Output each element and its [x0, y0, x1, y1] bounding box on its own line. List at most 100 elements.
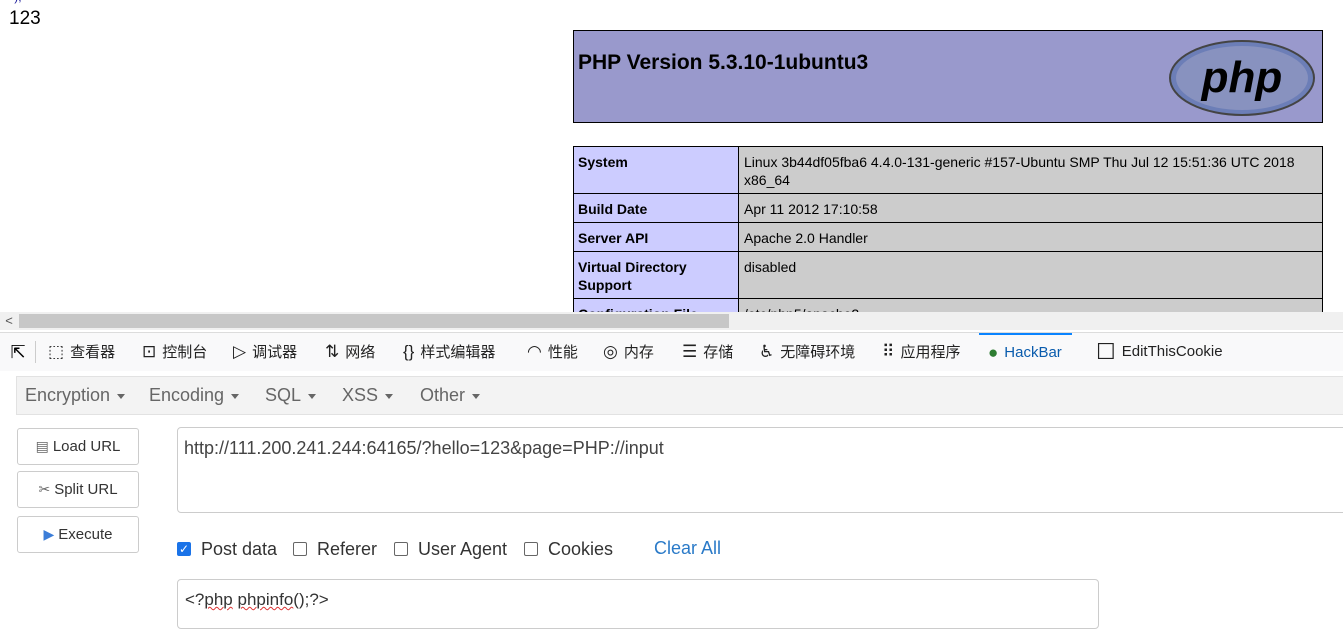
scroll-left-arrow[interactable]: < — [2, 312, 16, 330]
checkbox-checked-icon: ✓ — [177, 542, 191, 556]
console-icon: ⊡ — [142, 341, 157, 361]
post-data-checkbox[interactable]: ✓ Post data — [177, 539, 277, 559]
menu-label: SQL — [265, 385, 302, 405]
tab-memory[interactable]: ◎ 内存 — [603, 333, 654, 370]
clear-all-link[interactable]: Clear All — [654, 538, 721, 559]
post-data-suffix: ();?> — [293, 590, 329, 609]
inspector-icon: ⬚ — [48, 341, 65, 361]
style-editor-icon: {} — [403, 341, 415, 361]
tab-accessibility[interactable]: ♿ 无障碍环境 — [759, 333, 855, 370]
post-data-textarea[interactable]: <?php phpinfo();?> — [177, 579, 1099, 629]
php-logo-text: php — [1201, 53, 1283, 102]
tab-performance[interactable]: ◠ 性能 — [527, 333, 578, 370]
button-label: Split URL — [54, 481, 118, 498]
tab-debugger[interactable]: ▷ 调试器 — [233, 333, 297, 370]
tab-label: 无障碍环境 — [780, 344, 856, 361]
tab-label: 控制台 — [162, 344, 208, 361]
tab-storage[interactable]: ☰ 存储 — [682, 333, 733, 370]
menu-label: Encoding — [149, 385, 225, 405]
info-value: disabled — [738, 251, 1323, 299]
info-value: Apache 2.0 Handler — [738, 222, 1323, 252]
tab-label: 存储 — [703, 344, 734, 361]
checkbox-icon — [524, 542, 538, 556]
play-icon: ▶ — [43, 526, 55, 542]
info-label: Build Date — [573, 193, 739, 223]
user-agent-checkbox[interactable]: User Agent — [394, 539, 507, 559]
tab-label: 网络 — [345, 344, 376, 361]
execute-button[interactable]: ▶ Execute — [17, 516, 139, 553]
button-label: Load URL — [52, 438, 121, 455]
phpinfo-table: System Linux 3b44df05fba6 4.4.0-131-gene… — [573, 146, 1323, 312]
menu-sql[interactable]: SQL — [265, 377, 317, 414]
tab-label: 样式编辑器 — [420, 344, 496, 361]
memory-icon: ◎ — [603, 341, 618, 361]
post-data-word2: phpinfo — [237, 590, 294, 609]
performance-icon: ◠ — [527, 341, 542, 361]
partial-output-text: "); — [10, 0, 22, 4]
hackbar-menubar: Encryption Encoding SQL XSS Other — [16, 376, 1343, 415]
scrollbar-thumb[interactable] — [19, 314, 729, 328]
horizontal-scrollbar[interactable]: < — [0, 312, 1343, 330]
accessibility-icon: ♿ — [759, 341, 775, 361]
checkbox-label: Post data — [201, 538, 278, 559]
tab-hackbar[interactable]: ● HackBar — [979, 333, 1072, 370]
table-row: System Linux 3b44df05fba6 4.4.0-131-gene… — [573, 146, 1323, 194]
split-url-button[interactable]: ✂ Split URL — [17, 471, 139, 508]
tab-application[interactable]: ⠿ 应用程序 — [882, 333, 960, 370]
toolbar-divider — [35, 341, 36, 363]
menu-label: Encryption — [25, 385, 111, 405]
tab-network[interactable]: ⇅ 网络 — [325, 333, 375, 370]
hackbar-panel: Encryption Encoding SQL XSS Other ▤ Load… — [0, 371, 1343, 629]
network-icon: ⇅ — [325, 341, 340, 361]
tab-label: 内存 — [623, 344, 654, 361]
checkbox-label: User Agent — [418, 538, 508, 559]
info-label: Virtual Directory Support — [573, 251, 739, 299]
referer-checkbox[interactable]: Referer — [293, 539, 377, 559]
button-label: Execute — [58, 526, 113, 543]
post-data-prefix: <? — [185, 590, 205, 609]
info-value: Apr 11 2012 17:10:58 — [738, 193, 1323, 223]
caret-down-icon — [385, 393, 394, 399]
page-viewport: "); 123 PHP Version 5.3.10-1ubuntu3 php … — [0, 0, 1343, 312]
menu-encoding[interactable]: Encoding — [149, 377, 240, 414]
debugger-icon: ▷ — [233, 341, 247, 361]
info-value: Linux 3b44df05fba6 4.4.0-131-generic #15… — [738, 146, 1323, 194]
devtools-toolbar: ⇱ ⬚ 查看器 ⊡ 控制台 ▷ 调试器 ⇅ 网络 {} 样式编辑器 ◠ 性能 ◎… — [0, 332, 1343, 372]
caret-down-icon — [308, 393, 317, 399]
tab-label: 调试器 — [252, 344, 298, 361]
tab-label: EditThisCookie — [1121, 343, 1223, 360]
php-logo: php — [1169, 40, 1315, 116]
tab-inspector[interactable]: ⬚ 查看器 — [48, 333, 115, 370]
url-textarea[interactable]: http://111.200.241.244:64165/?hello=123&… — [177, 427, 1343, 513]
table-row: Configuration File /etc/php5/apache2 — [573, 298, 1323, 312]
menu-xss[interactable]: XSS — [342, 377, 394, 414]
menu-other[interactable]: Other — [420, 377, 481, 414]
checkbox-label: Referer — [317, 538, 378, 559]
load-url-icon: ▤ — [35, 438, 49, 454]
checkbox-icon — [293, 542, 307, 556]
tab-label: HackBar — [1004, 344, 1062, 361]
phpinfo-header: PHP Version 5.3.10-1ubuntu3 php — [573, 30, 1323, 123]
caret-down-icon — [472, 393, 481, 399]
load-url-button[interactable]: ▤ Load URL — [17, 428, 139, 465]
hackbar-icon: ● — [988, 342, 999, 362]
table-row: Build Date Apr 11 2012 17:10:58 — [573, 193, 1323, 223]
caret-down-icon — [117, 393, 126, 399]
menu-encryption[interactable]: Encryption — [25, 377, 126, 414]
tab-console[interactable]: ⊡ 控制台 — [142, 333, 207, 370]
table-row: Server API Apache 2.0 Handler — [573, 222, 1323, 252]
tab-label: 性能 — [547, 344, 578, 361]
tab-label: 查看器 — [70, 344, 116, 361]
tab-editthiscookie[interactable]: ☐ EditThisCookie — [1096, 333, 1223, 370]
info-label: Configuration File — [573, 298, 739, 312]
tab-style-editor[interactable]: {} 样式编辑器 — [403, 333, 495, 370]
checkbox-label: Cookies — [548, 538, 614, 559]
editthiscookie-icon: ☐ — [1096, 338, 1116, 364]
element-picker-icon[interactable]: ⇱ — [6, 339, 30, 365]
info-label: System — [573, 146, 739, 194]
info-value: /etc/php5/apache2 — [738, 298, 1323, 312]
cookies-checkbox[interactable]: Cookies — [524, 539, 613, 559]
checkbox-icon — [394, 542, 408, 556]
caret-down-icon — [231, 393, 240, 399]
menu-label: XSS — [342, 385, 379, 405]
